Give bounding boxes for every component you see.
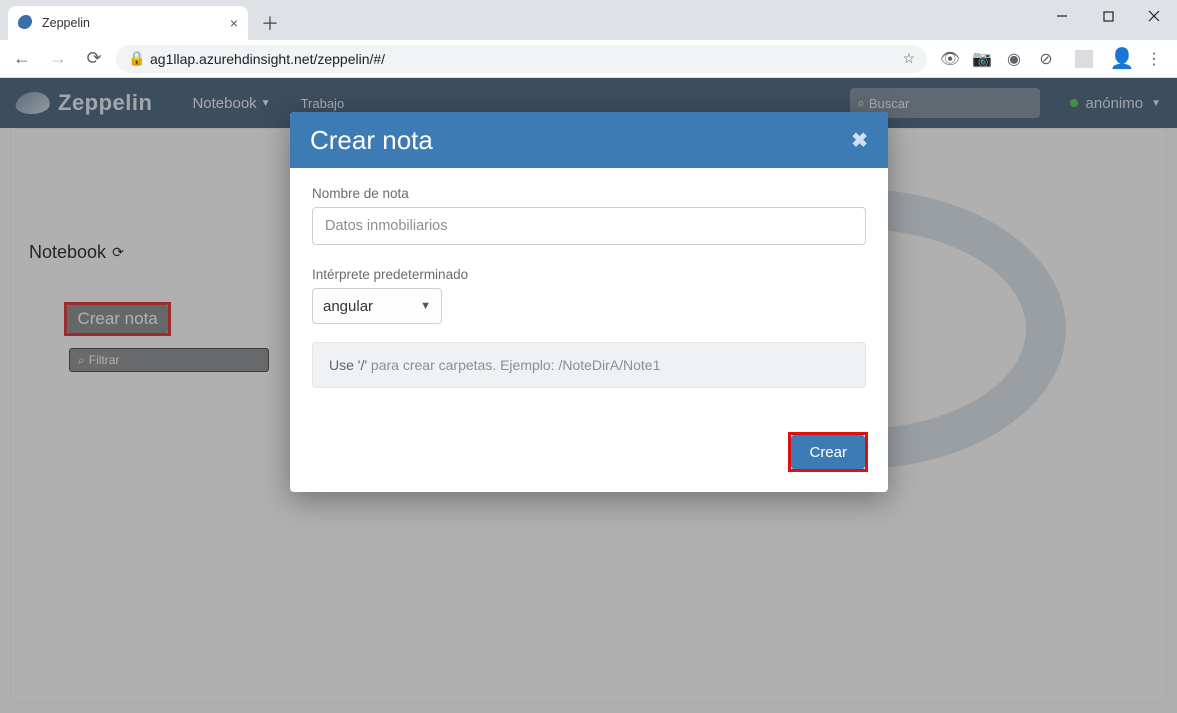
browser-tab[interactable]: Zeppelin × [8, 6, 248, 40]
back-button[interactable]: ← [8, 45, 36, 73]
window-controls [1039, 0, 1177, 32]
hint-rest: para crear carpetas. Ejemplo: /NoteDirA/… [367, 357, 660, 373]
interpreter-select[interactable]: angular ▼ [312, 288, 442, 324]
page-viewport: Zeppelin Notebook ▼ Trabajo ⌕ Buscar anó… [0, 78, 1177, 713]
folder-hint: Use '/' para crear carpetas. Ejemplo: /N… [312, 342, 866, 388]
extension-icons: 👁 📷 ◉ ⊘ 👤 ⋮ [935, 50, 1169, 68]
new-tab-button[interactable]: ＋ [256, 9, 284, 37]
toolbar-divider [1075, 50, 1093, 68]
lock-icon: 🔒 [128, 50, 142, 67]
create-note-modal: Crear nota ✖ Nombre de nota Intérprete p… [290, 112, 888, 492]
profile-avatar-icon[interactable]: 👤 [1113, 50, 1131, 68]
note-name-input[interactable] [312, 207, 866, 245]
extension-icon[interactable]: 👁 [941, 50, 959, 68]
window-close-button[interactable] [1131, 0, 1177, 32]
window-minimize-button[interactable] [1039, 0, 1085, 32]
zeppelin-favicon-icon [18, 15, 34, 31]
tab-close-icon[interactable]: × [230, 15, 238, 31]
browser-tabstrip: Zeppelin × ＋ [0, 0, 1177, 40]
create-button-highlight: Crear [788, 432, 868, 472]
modal-title: Crear nota [310, 125, 433, 156]
extension-icon[interactable]: ◉ [1005, 50, 1023, 68]
window-maximize-button[interactable] [1085, 0, 1131, 32]
modal-close-button[interactable]: ✖ [851, 128, 868, 153]
extension-icon[interactable]: ⊘ [1037, 50, 1055, 68]
interpreter-label: Intérprete predeterminado [312, 267, 866, 282]
note-name-label: Nombre de nota [312, 186, 866, 201]
forward-button[interactable]: → [44, 45, 72, 73]
create-button[interactable]: Crear [791, 435, 865, 469]
chevron-down-icon: ▼ [420, 300, 431, 312]
modal-header: Crear nota ✖ [290, 112, 888, 168]
chrome-menu-button[interactable]: ⋮ [1145, 50, 1163, 68]
url-text: ag1llap.azurehdinsight.net/zeppelin/#/ [150, 51, 385, 67]
hint-use: Use '/' [329, 357, 367, 373]
bookmark-star-icon[interactable]: ☆ [902, 50, 915, 67]
browser-tab-title: Zeppelin [42, 16, 90, 30]
extension-icon[interactable]: 📷 [973, 50, 991, 68]
reload-button[interactable]: ⟳ [80, 45, 108, 73]
interpreter-value: angular [323, 298, 373, 315]
address-bar[interactable]: 🔒 ag1llap.azurehdinsight.net/zeppelin/#/… [116, 45, 927, 73]
browser-toolbar: ← → ⟳ 🔒 ag1llap.azurehdinsight.net/zeppe… [0, 40, 1177, 78]
